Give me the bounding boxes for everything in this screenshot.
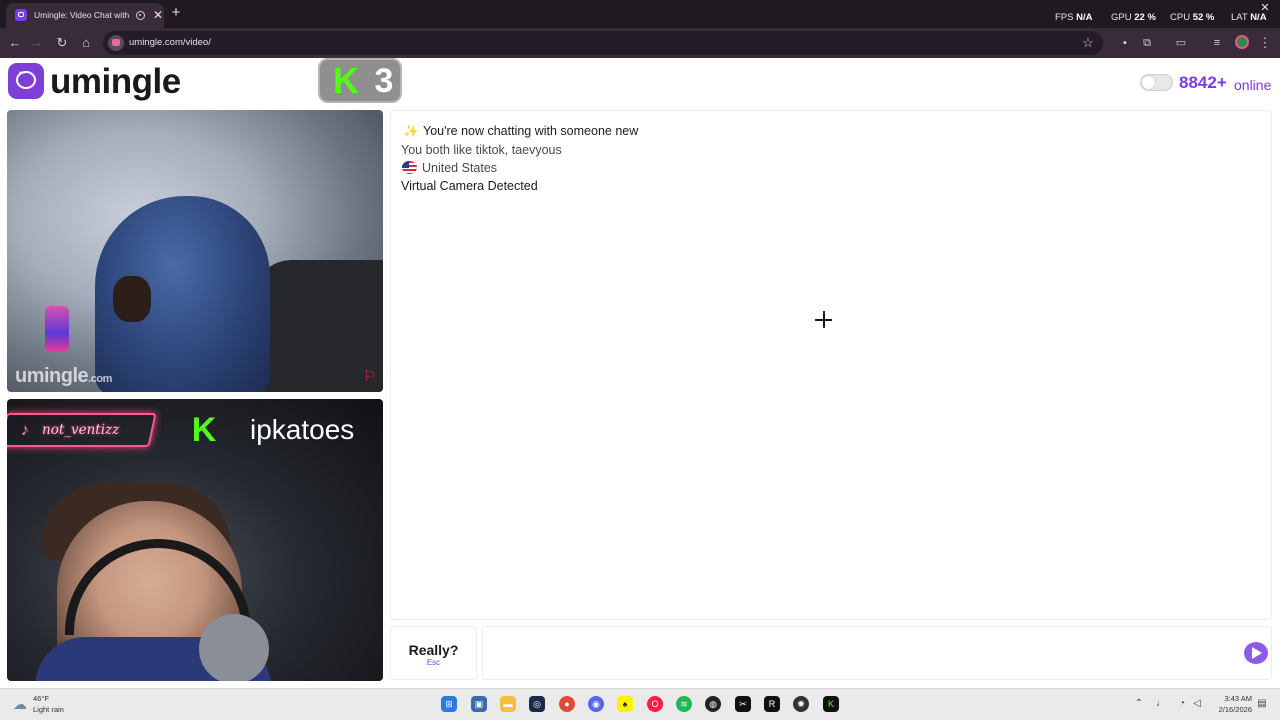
address-bar[interactable]: umingle.com/video/ ☆ xyxy=(103,31,1103,55)
cpu-readout: CPU 52 % xyxy=(1170,12,1215,23)
self-video: ♪ not_ventizz K ipkatoes xyxy=(7,399,383,681)
site-info-icon[interactable] xyxy=(108,35,124,51)
window-close-icon[interactable]: ✕ xyxy=(1259,2,1271,14)
weather-rain-icon[interactable]: ☁ xyxy=(10,696,30,712)
reload-icon[interactable]: ↻ xyxy=(54,34,70,52)
umingle-logo-icon[interactable] xyxy=(8,63,44,99)
recording-app-icon[interactable]: R xyxy=(764,696,780,712)
stranger-person xyxy=(95,196,270,392)
browser-tab-bar: Umingle: Video Chat with S ✕ + FPS N/A G… xyxy=(0,0,1280,28)
tiktok-handle: not_ventizz xyxy=(42,422,120,438)
windows-start-icon[interactable]: ⊞ xyxy=(441,696,457,712)
send-icon[interactable] xyxy=(1244,642,1268,664)
media-router-icon[interactable]: ▭ xyxy=(1173,35,1189,51)
self-microphone xyxy=(199,614,269,681)
online-label: online xyxy=(1234,77,1272,93)
notifications-icon[interactable]: ▤ xyxy=(1256,697,1268,711)
online-count: 8842+ xyxy=(1179,73,1227,92)
message-input[interactable] xyxy=(482,626,1272,680)
windows-taskbar: ☁ 46°F Light rain ⊞ ▣ ▬ ◎ ● ◉ ♠ O ≋ ◍ ✂ … xyxy=(0,688,1280,720)
tiktok-icon: ♪ xyxy=(20,420,30,439)
steam-icon[interactable]: ◎ xyxy=(529,696,545,712)
tab-title: Umingle: Video Chat with S xyxy=(34,10,132,20)
url-text: umingle.com/video/ xyxy=(129,37,211,48)
bookmark-star-icon[interactable]: ☆ xyxy=(1080,34,1096,52)
site-logo-text[interactable]: umingle xyxy=(50,60,181,104)
skip-button[interactable]: Really? Esc xyxy=(390,626,477,680)
kick-logo-icon: K xyxy=(333,60,359,101)
reading-list-icon[interactable]: ≡ xyxy=(1209,35,1225,51)
kick-follow-badge: K 3 xyxy=(318,58,402,103)
profile-avatar[interactable] xyxy=(1235,35,1249,49)
spotify-icon[interactable]: ≋ xyxy=(676,696,692,712)
chat-system-interests: You both like tiktok, taevyous xyxy=(401,143,562,157)
clock-time[interactable]: 3:43 AM xyxy=(1220,694,1252,704)
video-microphone xyxy=(45,306,69,352)
mouse-cursor-crosshair-vertical xyxy=(823,311,825,328)
gpu-readout: GPU 22 % xyxy=(1111,12,1156,23)
report-flag-icon[interactable]: ⚐ xyxy=(362,369,378,385)
recording-indicator-icon xyxy=(136,11,145,20)
task-view-icon[interactable]: ▣ xyxy=(471,696,487,712)
chat-system-country: United States xyxy=(422,161,498,175)
weather-temperature[interactable]: 46°F xyxy=(33,694,49,704)
kick-logo-icon: K xyxy=(191,411,217,449)
browser-tab[interactable]: Umingle: Video Chat with S ✕ xyxy=(6,3,164,28)
skip-label: Really? xyxy=(408,642,459,658)
opera-gx-icon[interactable]: O xyxy=(647,696,663,712)
extension-icon[interactable]: ▪ xyxy=(1117,35,1133,51)
tray-overflow-icon[interactable]: ⌃ xyxy=(1133,697,1145,711)
chat-system-camera: Virtual Camera Detected xyxy=(401,179,538,193)
forward-arrow-icon[interactable]: → xyxy=(28,34,44,52)
obs-icon[interactable]: ◍ xyxy=(705,696,721,712)
chat-system-new: You're now chatting with someone new xyxy=(423,124,639,138)
skip-shortcut: Esc xyxy=(426,658,441,667)
weather-description[interactable]: Light rain xyxy=(33,705,64,715)
kick-count: 3 xyxy=(374,62,394,100)
kick-username: ipkatoes xyxy=(250,414,355,445)
umingle-favicon-icon xyxy=(15,9,27,21)
capcut-icon[interactable]: ✂ xyxy=(735,696,751,712)
microphone-icon[interactable]: ♩ xyxy=(1155,697,1167,711)
chrome-icon[interactable]: ● xyxy=(559,696,575,712)
kick-app-icon[interactable]: K xyxy=(823,696,839,712)
umingle-watermark: umingle.com xyxy=(15,365,112,387)
discord-icon[interactable]: ◉ xyxy=(588,696,604,712)
menu-dots-icon[interactable]: ⋮ xyxy=(1258,35,1272,51)
us-flag-icon xyxy=(402,161,417,174)
sparkles-icon: ✨ xyxy=(403,124,419,138)
clock-date[interactable]: 2/16/2026 xyxy=(1208,705,1252,715)
stranger-video: umingle.com ⚐ xyxy=(7,110,383,392)
new-tab-button[interactable]: + xyxy=(169,5,183,21)
theme-toggle[interactable] xyxy=(1140,74,1173,91)
extensions-puzzle-icon[interactable]: ⧉ xyxy=(1139,35,1155,51)
volume-icon[interactable]: ◁ xyxy=(1191,697,1203,711)
fps-readout: FPS N/A xyxy=(1055,12,1093,23)
browser-toolbar: ← → ↻ ⌂ umingle.com/video/ ☆ ▪ ⧉ ▭ ≡ ⋮ xyxy=(0,28,1280,58)
close-tab-icon[interactable]: ✕ xyxy=(152,8,164,22)
chatgpt-icon[interactable]: ✺ xyxy=(793,696,809,712)
file-explorer-icon[interactable]: ▬ xyxy=(500,696,516,712)
snapchat-icon[interactable]: ♠ xyxy=(617,696,633,712)
wifi-icon[interactable]: ◔ xyxy=(1176,697,1188,711)
back-arrow-icon[interactable]: ← xyxy=(7,34,23,52)
home-icon[interactable]: ⌂ xyxy=(78,34,94,52)
